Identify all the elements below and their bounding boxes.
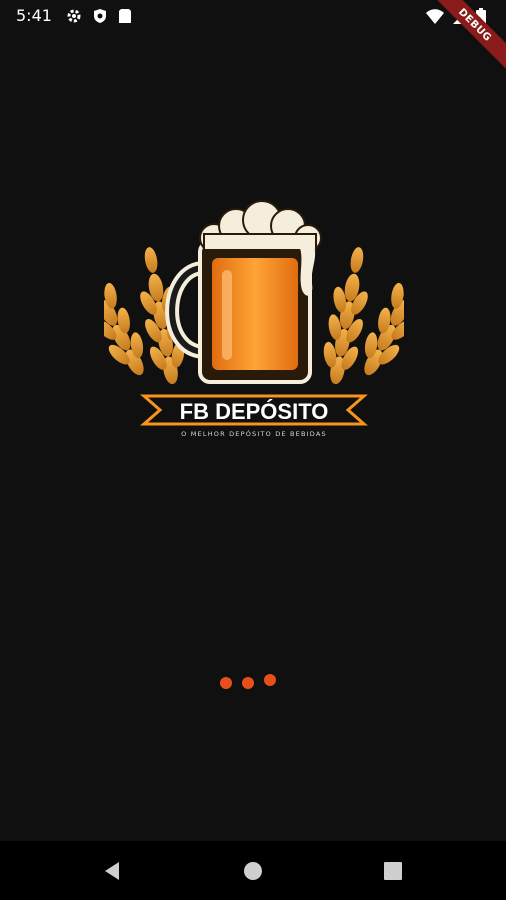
loading-dot [220, 677, 232, 689]
brand-logo: FB DEPÓSITO O MELHOR DEPÓSITO DE BEBIDAS [82, 180, 426, 440]
recents-icon [384, 862, 402, 880]
navigation-bar [0, 841, 506, 900]
loading-dot [242, 677, 254, 689]
recents-button[interactable] [379, 857, 407, 885]
status-time: 5:41 [16, 6, 52, 25]
brand-name: FB DEPÓSITO [180, 399, 329, 424]
beer-mug-icon [165, 200, 322, 384]
sim-card-icon [118, 8, 132, 28]
gear-icon [66, 8, 82, 28]
back-icon [105, 862, 119, 880]
shield-icon [92, 8, 108, 28]
status-bar: 5:41 [0, 0, 506, 32]
wheat-right-icon [323, 247, 426, 385]
home-button[interactable] [239, 857, 267, 885]
status-icons-left [66, 8, 132, 28]
loading-indicator [218, 674, 288, 690]
loading-dot [264, 674, 276, 686]
wheat-left-icon [82, 247, 185, 385]
home-icon [244, 862, 262, 880]
brand-tagline: O MELHOR DEPÓSITO DE BEBIDAS [181, 429, 327, 438]
back-button[interactable] [98, 857, 126, 885]
brand-ribbon: FB DEPÓSITO [140, 394, 368, 426]
wifi-icon [426, 9, 444, 29]
